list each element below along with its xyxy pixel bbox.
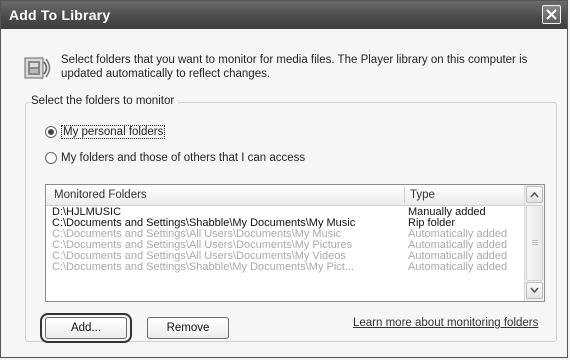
remove-button[interactable]: Remove [147, 317, 229, 339]
folder-type: Automatically added [408, 251, 508, 262]
column-separator[interactable] [404, 187, 405, 203]
add-button-label: Add... [70, 322, 102, 334]
list-item[interactable]: C:\Documents and Settings\Shabble\My Doc… [46, 262, 524, 273]
folder-path: C:\Documents and Settings\Shabble\My Doc… [52, 218, 356, 229]
radio-button-checked[interactable] [45, 126, 57, 138]
dialog-description: Select folders that you want to monitor … [61, 54, 528, 80]
learn-more-link[interactable]: Learn more about monitoring folders [353, 317, 538, 329]
close-icon [546, 9, 557, 20]
list-header: Monitored Folders Type [46, 185, 524, 206]
folder-type: Rip folder [408, 218, 456, 229]
radio-my-personal-folders[interactable]: My personal folders [45, 125, 166, 139]
radio-button-unchecked[interactable] [45, 152, 57, 164]
remove-button-label: Remove [166, 322, 210, 334]
list-item[interactable]: D:\HJLMUSIC Manually added [46, 207, 524, 218]
scroll-thumb[interactable] [526, 205, 543, 281]
folder-path: C:\Documents and Settings\Shabble\My Doc… [52, 262, 355, 273]
scroll-down-button[interactable] [526, 282, 543, 299]
scroll-grip [532, 240, 538, 241]
vertical-scrollbar[interactable] [524, 185, 544, 301]
add-button[interactable]: Add... [45, 317, 127, 339]
folder-type: Automatically added [408, 229, 508, 240]
folder-type: Manually added [408, 207, 486, 218]
folder-type: Automatically added [408, 262, 508, 273]
column-header-type[interactable]: Type [410, 189, 435, 201]
scroll-up-button[interactable] [526, 186, 543, 203]
chevron-down-icon [530, 287, 539, 294]
close-button[interactable] [542, 5, 561, 24]
title-bar[interactable]: Add To Library [1, 1, 567, 29]
chevron-up-icon [530, 191, 539, 198]
list-item[interactable]: C:\Documents and Settings\Shabble\My Doc… [46, 218, 524, 229]
folder-type: Automatically added [408, 240, 508, 251]
monitored-folders-list[interactable]: Monitored Folders Type D:\HJLMUSIC Manua… [45, 184, 545, 302]
add-to-library-dialog: Add To Library Select folders that you w… [0, 0, 568, 358]
list-item[interactable]: C:\Documents and Settings\All Users\Docu… [46, 229, 524, 240]
library-media-icon [24, 57, 51, 79]
window-title: Add To Library [9, 7, 111, 23]
radio-label-others: My folders and those of others that I ca… [61, 152, 306, 164]
radio-label-personal: My personal folders [61, 125, 166, 139]
folder-path: D:\HJLMUSIC [52, 207, 122, 218]
monitor-group-label: Select the folders to monitor [31, 95, 179, 107]
folder-path: C:\Documents and Settings\All Users\Docu… [52, 251, 346, 262]
folder-path: C:\Documents and Settings\All Users\Docu… [52, 240, 353, 251]
list-item[interactable]: C:\Documents and Settings\All Users\Docu… [46, 251, 524, 262]
folder-path: C:\Documents and Settings\All Users\Docu… [52, 229, 342, 240]
radio-my-folders-and-others[interactable]: My folders and those of others that I ca… [45, 152, 305, 164]
list-rows: D:\HJLMUSIC Manually added C:\Documents … [46, 207, 524, 273]
column-header-folders[interactable]: Monitored Folders [54, 189, 147, 201]
list-item[interactable]: C:\Documents and Settings\All Users\Docu… [46, 240, 524, 251]
